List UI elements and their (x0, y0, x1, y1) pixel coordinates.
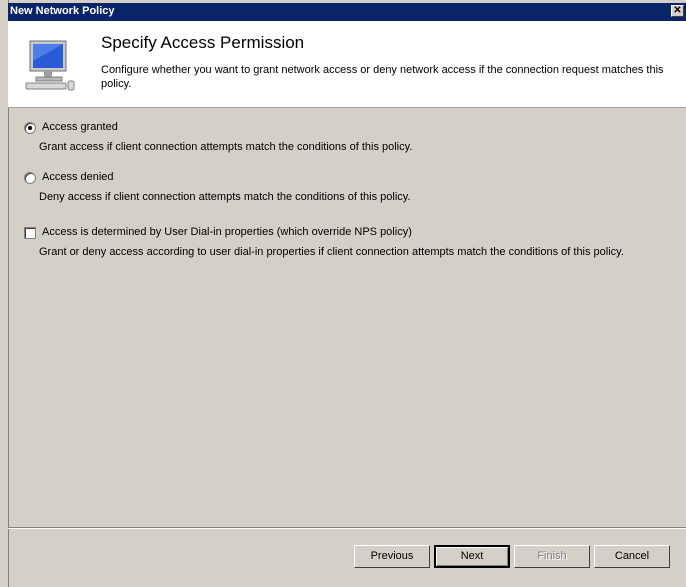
close-icon: ✕ (673, 5, 682, 16)
dialin-properties-label[interactable]: Access is determined by User Dial-in pro… (42, 226, 412, 238)
cancel-button[interactable]: Cancel (594, 545, 670, 568)
new-network-policy-dialog: New Network Policy ✕ Specify Access Perm… (0, 0, 686, 587)
wizard-header: Specify Access Permission Configure whet… (8, 21, 686, 108)
window-title: New Network Policy (10, 5, 115, 17)
title-bar[interactable]: New Network Policy ✕ (8, 3, 686, 21)
access-denied-description: Deny access if client connection attempt… (39, 191, 411, 203)
next-button[interactable]: Next (434, 545, 510, 568)
access-denied-radio[interactable] (24, 172, 36, 184)
footer-separator (8, 527, 686, 529)
page-title: Specify Access Permission (101, 33, 305, 52)
previous-button[interactable]: Previous (354, 545, 430, 568)
network-computer-icon (25, 40, 75, 91)
finish-button: Finish (514, 545, 590, 568)
access-granted-description: Grant access if client connection attemp… (39, 141, 413, 153)
dialin-properties-checkbox[interactable] (24, 227, 36, 239)
access-denied-label[interactable]: Access denied (42, 171, 114, 183)
dialin-properties-description: Grant or deny access according to user d… (39, 246, 624, 258)
close-button[interactable]: ✕ (671, 5, 684, 17)
page-description: Configure whether you want to grant netw… (101, 64, 664, 90)
access-granted-label[interactable]: Access granted (42, 121, 118, 133)
access-granted-radio[interactable] (24, 122, 36, 134)
